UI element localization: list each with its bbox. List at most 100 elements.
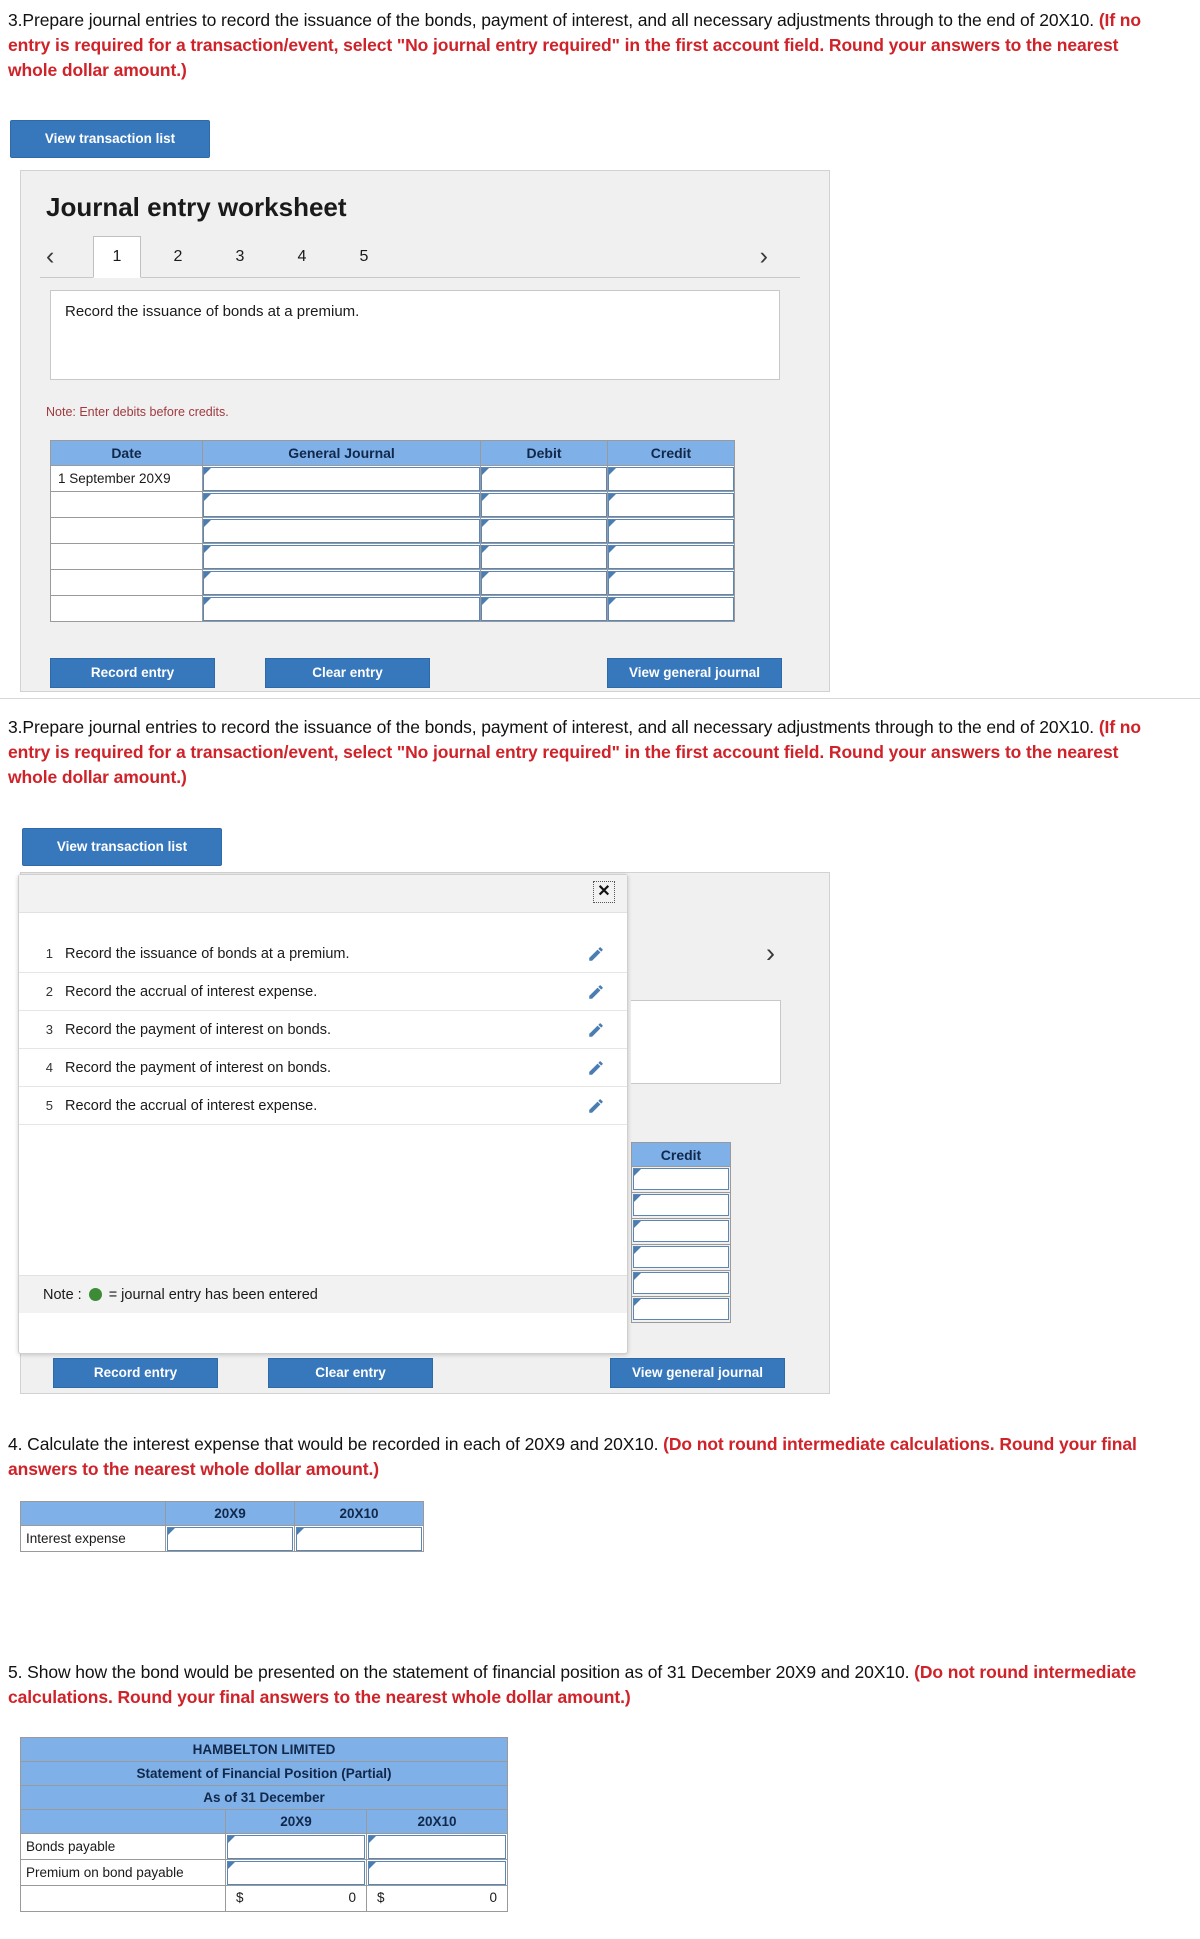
record-entry-button-top[interactable]: Record entry [50, 658, 215, 688]
journal-credit-input-top[interactable] [608, 596, 734, 621]
journal-credit-cell-top[interactable] [607, 491, 735, 518]
record-entry-button-bottom[interactable]: Record entry [53, 1358, 218, 1388]
statement-input-bonds-payable-20x9[interactable] [227, 1834, 365, 1859]
worksheet-tab-4-top[interactable]: 4 [278, 236, 326, 278]
journal-credit-cell-bottom[interactable] [631, 1193, 731, 1219]
worksheet-tab-3-top[interactable]: 3 [216, 236, 264, 278]
journal-credit-input-top[interactable] [608, 492, 734, 517]
worksheet-tab-2-top[interactable]: 2 [154, 236, 202, 278]
journal-account-input-top[interactable] [203, 570, 480, 595]
prev-page-chevron-icon-top[interactable]: ‹ [46, 244, 54, 269]
journal-account-cell-top[interactable] [202, 569, 481, 596]
journal-debit-cell-top[interactable] [480, 543, 608, 570]
journal-debit-cell-top[interactable] [480, 517, 608, 544]
journal-account-input-top[interactable] [203, 492, 480, 517]
statement-cell-premium-20x9[interactable] [225, 1859, 367, 1886]
journal-credit-cell-bottom[interactable] [631, 1297, 731, 1323]
journal-debit-input-top[interactable] [481, 596, 607, 621]
journal-credit-cell-top[interactable] [607, 543, 735, 570]
transaction-list-item-4[interactable]: 4 Record the payment of interest on bond… [19, 1049, 627, 1087]
journal-date-cell-top[interactable]: 1 September 20X9 [50, 465, 203, 492]
journal-credit-cell-top[interactable] [607, 465, 735, 492]
journal-debit-input-top[interactable] [481, 518, 607, 543]
journal-account-cell-top[interactable] [202, 517, 481, 544]
transaction-list-item-1[interactable]: 1 Record the issuance of bonds at a prem… [19, 935, 627, 973]
journal-debit-cell-top[interactable] [480, 465, 608, 492]
journal-credit-input-bottom[interactable] [633, 1272, 729, 1294]
interest-expense-input-20x10[interactable] [296, 1526, 422, 1551]
journal-account-cell-top[interactable] [202, 543, 481, 570]
statement-input-premium-20x9[interactable] [227, 1860, 365, 1885]
clear-entry-button-bottom[interactable]: Clear entry [268, 1358, 433, 1388]
worksheet-tab-4-label-top: 4 [297, 248, 307, 265]
worksheet-tab-5-top[interactable]: 5 [340, 236, 388, 278]
worksheet-tab-1-top[interactable]: 1 [93, 236, 141, 278]
journal-table-row-top [50, 543, 735, 570]
transaction-list-item-2[interactable]: 2 Record the accrual of interest expense… [19, 973, 627, 1011]
journal-account-cell-top[interactable] [202, 595, 481, 622]
journal-debit-input-top[interactable] [481, 544, 607, 569]
journal-credit-input-bottom[interactable] [633, 1220, 729, 1242]
interest-expense-cell-20x9[interactable] [165, 1525, 295, 1552]
view-transaction-list-button-bottom[interactable]: View transaction list [22, 828, 222, 866]
journal-account-input-top[interactable] [203, 466, 480, 491]
journal-date-cell-top[interactable] [50, 491, 203, 518]
next-page-chevron-icon-top[interactable]: › [760, 244, 768, 269]
journal-date-cell-top[interactable] [50, 543, 203, 570]
clear-entry-label-top: Clear entry [312, 664, 383, 680]
journal-credit-cell-bottom[interactable] [631, 1219, 731, 1245]
edit-pencil-icon-5[interactable] [587, 1097, 605, 1115]
edit-pencil-icon-4[interactable] [587, 1059, 605, 1077]
journal-credit-cell-bottom[interactable] [631, 1167, 731, 1193]
statement-cell-bonds-payable-20x9[interactable] [225, 1833, 367, 1860]
journal-credit-input-bottom[interactable] [633, 1246, 729, 1268]
statement-input-bonds-payable-20x10[interactable] [368, 1834, 507, 1859]
journal-debit-input-top[interactable] [481, 492, 607, 517]
journal-account-input-top[interactable] [203, 518, 480, 543]
interest-expense-cell-20x10[interactable] [294, 1525, 424, 1552]
journal-debit-cell-top[interactable] [480, 595, 608, 622]
journal-credit-input-top[interactable] [608, 544, 734, 569]
journal-date-cell-top[interactable] [50, 517, 203, 544]
transaction-list-item-3[interactable]: 3 Record the payment of interest on bond… [19, 1011, 627, 1049]
journal-credit-input-bottom[interactable] [633, 1168, 729, 1190]
journal-date-cell-top[interactable] [50, 595, 203, 622]
journal-account-input-top[interactable] [203, 596, 480, 621]
journal-account-input-top[interactable] [203, 544, 480, 569]
clear-entry-button-top[interactable]: Clear entry [265, 658, 430, 688]
edit-pencil-icon-2[interactable] [587, 983, 605, 1001]
journal-credit-input-bottom[interactable] [633, 1298, 729, 1320]
journal-account-cell-top[interactable] [202, 491, 481, 518]
journal-debit-input-top[interactable] [481, 570, 607, 595]
view-transaction-list-button-top[interactable]: View transaction list [10, 120, 210, 158]
interest-expense-input-20x9[interactable] [167, 1526, 293, 1551]
journal-credit-cell-top[interactable] [607, 517, 735, 544]
transaction-list-item-5[interactable]: 5 Record the accrual of interest expense… [19, 1087, 627, 1125]
close-icon[interactable]: ✕ [593, 881, 615, 903]
statement-of-financial-position-table: HAMBELTON LIMITED Statement of Financial… [19, 1737, 509, 1912]
next-page-chevron-icon-bottom[interactable]: › [766, 940, 775, 967]
journal-date-cell-top[interactable] [50, 569, 203, 596]
edit-pencil-icon-3[interactable] [587, 1021, 605, 1039]
journal-credit-input-top[interactable] [608, 466, 734, 491]
journal-debit-cell-top[interactable] [480, 491, 608, 518]
journal-credit-input-top[interactable] [608, 518, 734, 543]
journal-col-credit-bottom: Credit [631, 1142, 731, 1167]
journal-credit-cell-top[interactable] [607, 569, 735, 596]
journal-credit-cell-bottom[interactable] [631, 1245, 731, 1271]
journal-credit-cell-bottom[interactable] [631, 1271, 731, 1297]
interest-expense-table: 20X9 20X10 Interest expense [20, 1501, 424, 1552]
statement-cell-bonds-payable-20x10[interactable] [365, 1833, 509, 1860]
journal-debit-cell-top[interactable] [480, 569, 608, 596]
journal-credit-input-bottom[interactable] [633, 1194, 729, 1216]
journal-account-cell-top[interactable] [202, 465, 481, 492]
journal-debit-input-top[interactable] [481, 466, 607, 491]
journal-credit-cell-top[interactable] [607, 595, 735, 622]
journal-credit-input-top[interactable] [608, 570, 734, 595]
statement-input-premium-20x10[interactable] [368, 1860, 507, 1885]
statement-cell-premium-20x10[interactable] [365, 1859, 509, 1886]
view-general-journal-button-top[interactable]: View general journal [607, 658, 782, 688]
worksheet-tab-2-label-top: 2 [173, 248, 183, 265]
edit-pencil-icon-1[interactable] [587, 945, 605, 963]
view-general-journal-button-bottom[interactable]: View general journal [610, 1358, 785, 1388]
